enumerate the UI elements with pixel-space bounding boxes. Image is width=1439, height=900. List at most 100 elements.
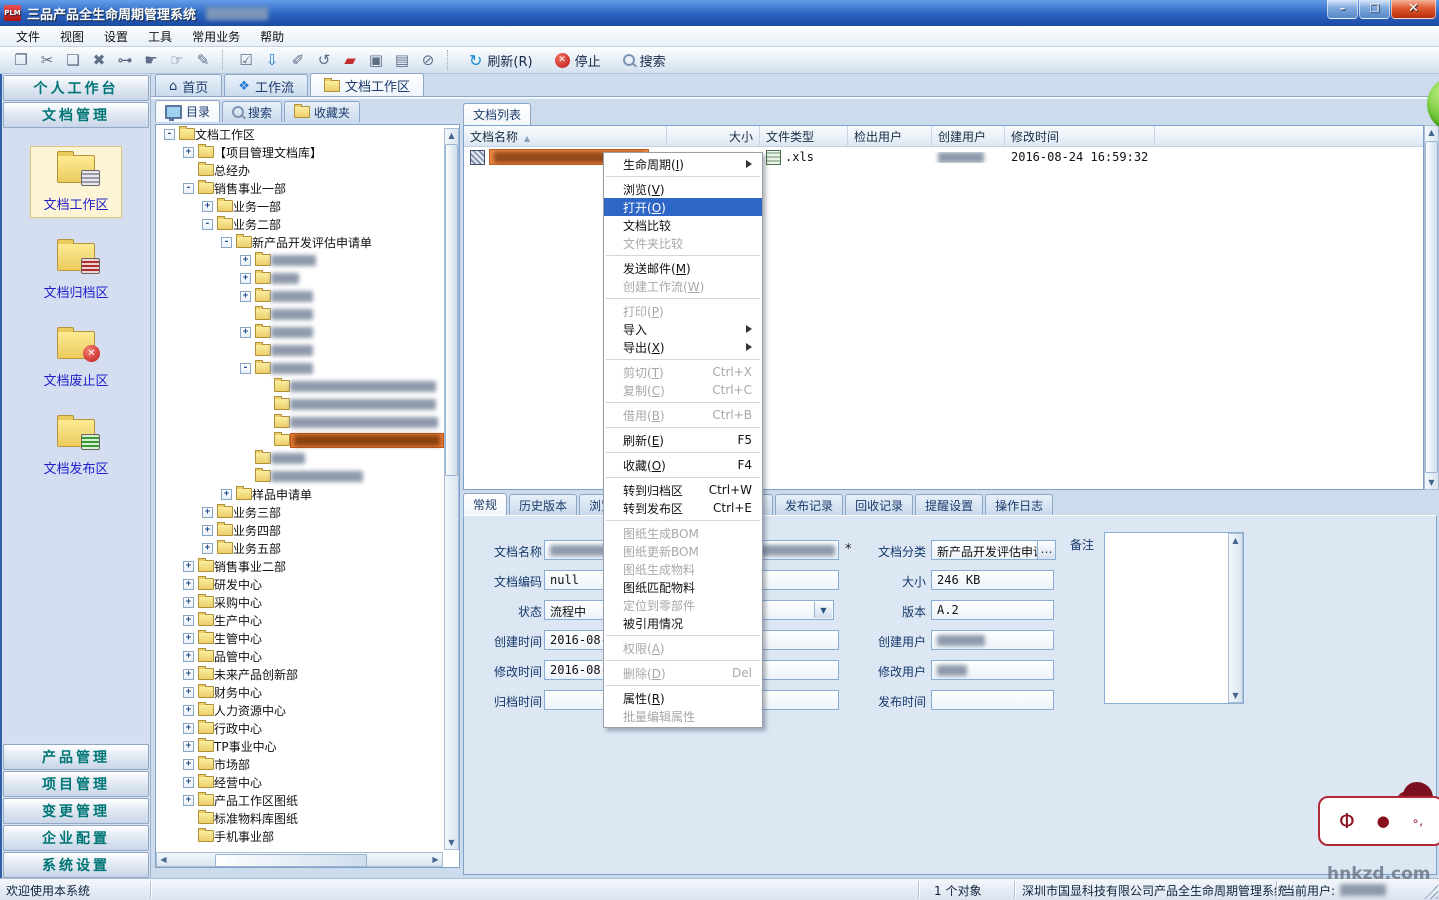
browse-button[interactable]: … (1037, 540, 1056, 560)
stop-button[interactable]: ✕停止 (544, 49, 612, 72)
detail-tab[interactable]: 回收记录 (845, 494, 913, 515)
expand-icon[interactable]: + (202, 201, 213, 212)
tree-node[interactable]: -新产品开发评估申请单 (156, 233, 459, 251)
sidebar-section-button[interactable]: 个人工作台 (3, 75, 149, 101)
paste-button[interactable]: ❏ (60, 49, 86, 72)
expand-icon[interactable]: + (183, 741, 194, 752)
context-menu-item[interactable]: 创建工作流(W) (604, 277, 762, 295)
field-input[interactable]: 246 KB (931, 570, 1054, 590)
tree-node[interactable] (156, 377, 459, 395)
grab-button[interactable]: ☛ (138, 49, 164, 72)
tree-node[interactable]: +产品工作区图纸 (156, 791, 459, 809)
context-menu-item[interactable]: 借用(B)Ctrl+B (604, 406, 762, 424)
eraser-button[interactable]: ▰ (337, 49, 363, 72)
context-menu-item[interactable]: 导入 (604, 320, 762, 338)
tree-node[interactable]: +未来产品创新部 (156, 665, 459, 683)
tree-vscroll-thumb[interactable] (445, 144, 458, 476)
sidebar-section-button[interactable]: 项目管理 (3, 771, 149, 797)
context-menu-item[interactable]: 权限(A) (604, 639, 762, 657)
tab-document-list[interactable]: 文档列表 (463, 103, 531, 125)
expand-icon[interactable]: + (183, 633, 194, 644)
detail-tab[interactable]: 发布记录 (775, 494, 843, 515)
tree-node[interactable]: - (156, 359, 459, 377)
menu-item[interactable]: 设置 (94, 26, 138, 47)
restore-button[interactable]: ❐ (1359, 0, 1390, 19)
list-vscroll-thumb[interactable] (1425, 141, 1438, 473)
expand-icon[interactable]: + (183, 795, 194, 806)
context-menu-item[interactable]: 文档比较 (604, 216, 762, 234)
tree-node[interactable]: + (156, 251, 459, 269)
detail-tab[interactable]: 提醒设置 (915, 494, 983, 515)
expand-icon[interactable]: + (240, 291, 251, 302)
context-menu-item[interactable]: 剪切(T)Ctrl+X (604, 363, 762, 381)
context-menu-item[interactable]: 转到归档区Ctrl+W (604, 481, 762, 499)
scroll-up-icon[interactable]: ▲ (445, 129, 458, 142)
menu-item[interactable]: 工具 (138, 26, 182, 47)
tree-node[interactable]: +业务四部 (156, 521, 459, 539)
context-menu-item[interactable]: 图纸生成BOM (604, 524, 762, 542)
tree-node[interactable]: +样品申请单 (156, 485, 459, 503)
field-input[interactable]: A.2 (931, 600, 1054, 620)
sidebar-section-button[interactable]: 文档管理 (3, 102, 149, 128)
tree-node[interactable]: +业务五部 (156, 539, 459, 557)
context-menu-item[interactable]: 被引用情况 (604, 614, 762, 632)
column-header[interactable]: 文档名称▲ (464, 126, 667, 146)
tree-node[interactable] (156, 413, 459, 431)
sidebar-item[interactable]: ✕文档废止区 (30, 322, 122, 394)
collapse-icon[interactable]: - (202, 219, 213, 230)
report-button[interactable]: ▤ (389, 49, 415, 72)
expand-icon[interactable]: + (183, 687, 194, 698)
context-menu-item[interactable]: 打印(P) (604, 302, 762, 320)
expand-icon[interactable]: + (183, 777, 194, 788)
menu-item[interactable]: 文件 (6, 26, 50, 47)
tree-hscroll-thumb[interactable] (215, 854, 367, 867)
expand-icon[interactable]: + (183, 579, 194, 590)
checkout-button[interactable]: ⇩ (259, 49, 285, 72)
close-button[interactable]: ✕ (1391, 0, 1436, 19)
detail-tab[interactable]: 操作日志 (985, 494, 1053, 515)
context-menu-item[interactable]: 浏览(V) (604, 180, 762, 198)
chevron-down-icon[interactable]: ▼ (814, 602, 832, 618)
expand-icon[interactable]: + (183, 651, 194, 662)
tree-tab[interactable]: 收藏夹 (284, 101, 360, 122)
refresh-button[interactable]: ↻刷新(R) (458, 49, 544, 72)
tree-node[interactable] (156, 431, 459, 449)
scroll-down-icon[interactable]: ▼ (445, 836, 458, 849)
menu-item[interactable]: 视图 (50, 26, 94, 47)
resize-grip[interactable] (1424, 885, 1438, 899)
scroll-right-icon[interactable]: ▶ (429, 853, 442, 866)
field-input[interactable]: 新产品开发评估申请… (931, 540, 1038, 560)
sidebar-section-button[interactable]: 变更管理 (3, 798, 149, 824)
tree-node[interactable] (156, 395, 459, 413)
tree-node[interactable]: +人力资源中心 (156, 701, 459, 719)
field-input[interactable] (931, 690, 1054, 710)
expand-icon[interactable]: + (183, 597, 194, 608)
tree-node[interactable]: +生管中心 (156, 629, 459, 647)
tree-node[interactable]: +【项目管理文档库】 (156, 143, 459, 161)
context-menu-item[interactable]: 定位到零部件 (604, 596, 762, 614)
tree-node[interactable]: -业务二部 (156, 215, 459, 233)
sidebar-section-button[interactable]: 企业配置 (3, 825, 149, 851)
sidebar-item[interactable]: 文档工作区 (30, 146, 122, 218)
tree-node[interactable]: + (156, 287, 459, 305)
point-button[interactable]: ☞ (164, 49, 190, 72)
forbid-button[interactable]: ⊘ (415, 49, 441, 72)
expand-icon[interactable]: + (183, 705, 194, 716)
delete-button[interactable]: ✖ (86, 49, 112, 72)
column-header[interactable]: 修改时间 (1005, 126, 1155, 146)
undo-checkout-button[interactable]: ↺ (311, 49, 337, 72)
context-menu-item[interactable]: 刷新(E)F5 (604, 431, 762, 449)
scroll-down-icon[interactable]: ▼ (1425, 476, 1438, 489)
tree-node[interactable] (156, 449, 459, 467)
tree-node[interactable]: +采购中心 (156, 593, 459, 611)
menu-item[interactable]: 帮助 (250, 26, 294, 47)
expand-icon[interactable]: + (183, 147, 194, 158)
column-header[interactable]: 检出用户 (848, 126, 932, 146)
scroll-up-icon[interactable]: ▲ (1425, 126, 1438, 139)
field-input[interactable] (931, 660, 1054, 680)
expand-icon[interactable]: + (183, 615, 194, 626)
context-menu-item[interactable]: 打开(O) (604, 198, 762, 216)
tree-node[interactable]: +研发中心 (156, 575, 459, 593)
expand-icon[interactable]: + (202, 507, 213, 518)
tree-node[interactable]: +财务中心 (156, 683, 459, 701)
